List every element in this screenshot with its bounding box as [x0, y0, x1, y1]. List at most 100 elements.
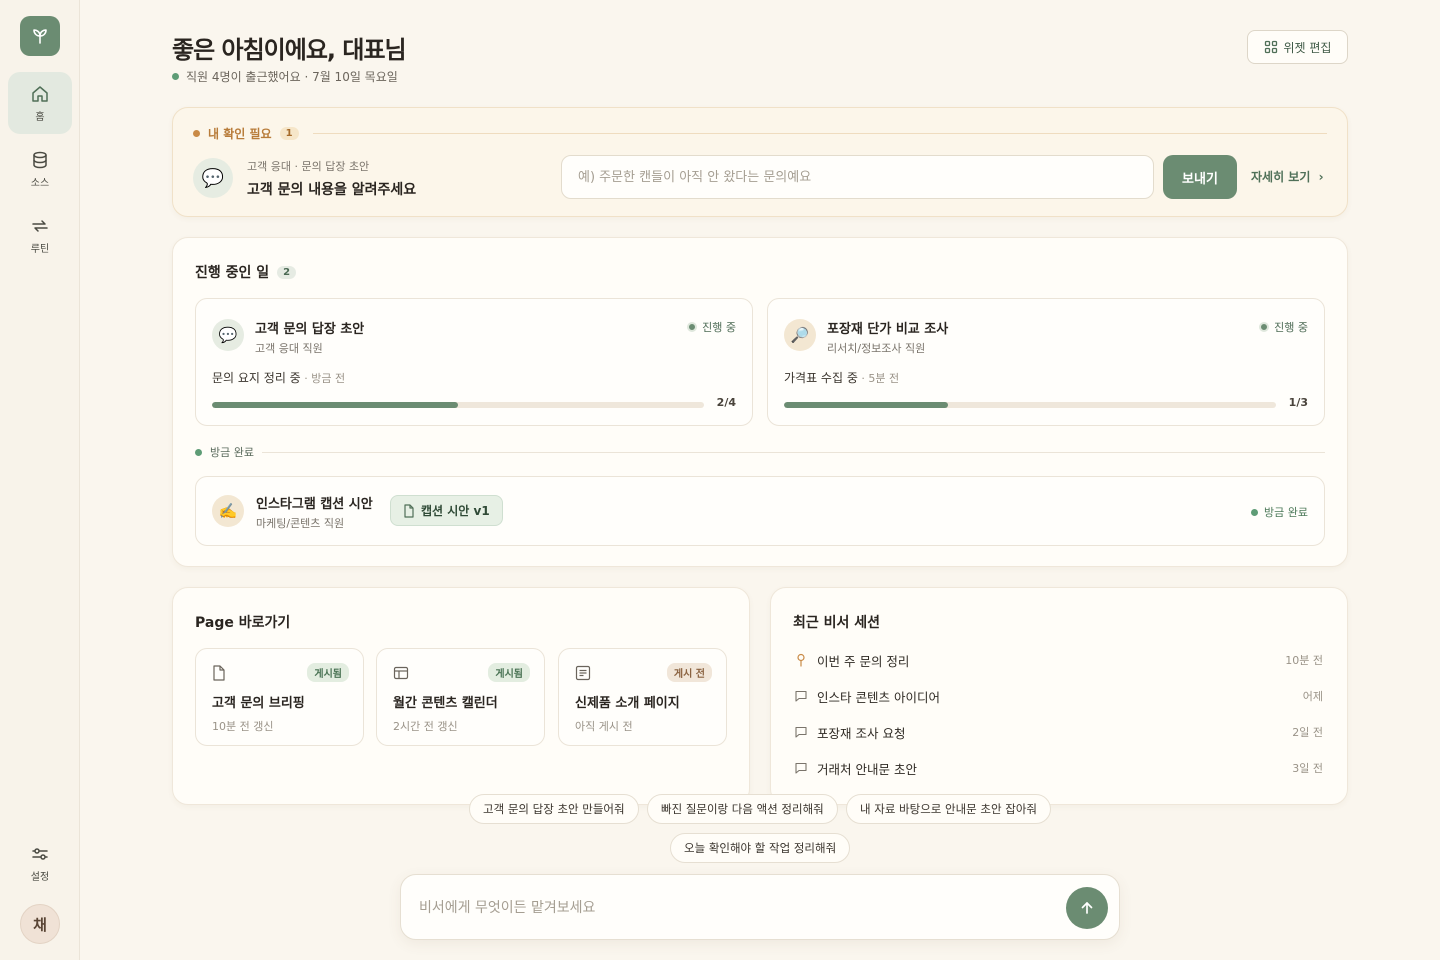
suggestion-chip[interactable]: 빠진 질문이랑 다음 액션 정리해줘	[647, 794, 838, 824]
task-card-customer-reply[interactable]: 💬 고객 문의 답장 초안 고객 응대 직원 진행 중 문의 요지 정리 중 ·…	[195, 298, 753, 426]
page-card-title: 신제품 소개 페이지	[575, 696, 680, 711]
session-item[interactable]: 이번 주 문의 정리 10분 전	[795, 650, 1323, 670]
sidebar-item-label: 홈	[35, 111, 45, 123]
needs-review-count: 1	[279, 127, 299, 140]
status-text: 진행 중	[1274, 321, 1308, 334]
section-title: Page 바로가기	[195, 615, 291, 631]
status-badge: 게시됨	[488, 663, 530, 682]
page-card-meta: 2시간 전 갱신	[393, 720, 458, 733]
suggestion-chip[interactable]: 내 자료 바탕으로 안내문 초안 잡아줘	[846, 794, 1051, 824]
status-text: 진행 중	[702, 321, 736, 334]
submit-button[interactable]	[1066, 887, 1108, 929]
app-logo[interactable]	[20, 16, 60, 56]
chat-icon	[795, 690, 807, 702]
detail-link[interactable]: 자세히 보기 ›	[1251, 168, 1324, 185]
home-icon	[32, 85, 48, 102]
document-icon	[213, 665, 225, 681]
session-item[interactable]: 포장재 조사 요청 2일 전	[795, 722, 1323, 742]
magnifier-icon: 🔎	[784, 319, 816, 351]
done-dot-icon	[195, 448, 202, 456]
section-title: 최근 비서 세션	[793, 615, 881, 631]
speech-bubble-icon: 💬	[193, 158, 233, 198]
page-subtitle: 직원 4명이 출근했어요 · 7월 10일 목요일	[172, 68, 398, 85]
sidebar-item-routines[interactable]: 루틴	[8, 204, 72, 266]
document-icon	[404, 503, 414, 518]
layout-icon	[393, 666, 409, 680]
page-card-meta: 아직 게시 전	[575, 720, 633, 733]
status-dot-icon	[1259, 322, 1270, 332]
status-badge: 진행 중	[1259, 319, 1308, 335]
status-badge: 진행 중	[687, 319, 736, 335]
subtitle-text: 직원 4명이 출근했어요 · 7월 10일 목요일	[186, 70, 398, 84]
status-text: 방금 완료	[1264, 506, 1308, 519]
avatar[interactable]: 채	[20, 904, 60, 944]
sidebar-item-home[interactable]: 홈	[8, 72, 72, 134]
sliders-icon	[32, 847, 48, 860]
widget-edit-button[interactable]: 위젯 편집	[1247, 30, 1348, 64]
session-item[interactable]: 거래처 안내문 초안 3일 전	[795, 758, 1323, 778]
suggestion-chip[interactable]: 고객 문의 답장 초안 만들어줘	[469, 794, 639, 824]
chat-icon	[795, 762, 807, 774]
done-card-instagram-caption[interactable]: ✍️ 인스타그램 캡션 시안 마케팅/콘텐츠 직원 캡션 시안 v1 방금 완료	[195, 476, 1325, 546]
needs-review-header: 내 확인 필요 1	[193, 125, 1327, 142]
speech-bubble-icon: 💬	[212, 319, 244, 351]
task-step-text: 문의 요지 정리 중	[212, 371, 301, 385]
page-shortcuts-panel: Page 바로가기 게시됨 고객 문의 브리핑 10분 전 갱신 게시됨 월간 …	[172, 587, 750, 805]
sidebar-item-settings[interactable]: 설정	[8, 832, 72, 894]
done-dot-icon	[1251, 508, 1259, 516]
text-document-icon	[575, 665, 591, 681]
progress-fill	[784, 402, 948, 408]
sprout-icon	[33, 29, 47, 44]
arrow-up-icon	[1081, 902, 1093, 914]
task-role: 고객 응대 직원	[255, 342, 323, 355]
session-item[interactable]: 인스타 콘텐츠 아이디어 어제	[795, 686, 1323, 706]
sidebar-item-label: 설정	[30, 871, 50, 883]
online-dot-icon	[172, 73, 179, 80]
task-step-text: 가격표 수집 중	[784, 371, 858, 385]
warning-dot-icon	[193, 130, 200, 137]
session-time: 3일 전	[1292, 762, 1323, 775]
needs-review-input[interactable]	[561, 155, 1154, 199]
task-step-time: · 방금 전	[300, 372, 346, 385]
in-progress-count: 2	[277, 265, 297, 279]
recent-done-label: 방금 완료	[210, 446, 254, 459]
document-chip[interactable]: 캡션 시안 v1	[390, 495, 503, 526]
page-card-title: 고객 문의 브리핑	[212, 696, 305, 711]
progress-bar	[212, 402, 704, 408]
send-button[interactable]: 보내기	[1163, 155, 1237, 199]
session-time: 10분 전	[1285, 654, 1323, 667]
recent-sessions-panel: 최근 비서 세션 이번 주 문의 정리 10분 전 인스타 콘텐츠 아이디어 어…	[770, 587, 1348, 805]
section-title: 진행 중인 일	[195, 265, 270, 281]
needs-review-item-sub: 고객 응대 · 문의 답장 초안	[247, 160, 370, 173]
sidebar-item-sources[interactable]: 소스	[8, 138, 72, 200]
sidebar-item-label: 루틴	[30, 243, 50, 255]
session-time: 2일 전	[1292, 726, 1323, 739]
page-card[interactable]: 게시됨 고객 문의 브리핑 10분 전 갱신	[195, 648, 364, 746]
recent-done-header: 방금 완료	[195, 444, 1325, 460]
in-progress-panel: 진행 중인 일 2 💬 고객 문의 답장 초안 고객 응대 직원 진행 중 문의…	[172, 237, 1348, 567]
suggestion-chip[interactable]: 오늘 확인해야 할 작업 정리해줘	[670, 833, 851, 863]
pin-icon	[797, 653, 805, 667]
page-card[interactable]: 게시됨 월간 콘텐츠 캘린더 2시간 전 갱신	[376, 648, 545, 746]
document-chip-label: 캡션 시안 v1	[421, 504, 490, 518]
task-step-time: · 5분 전	[857, 372, 900, 385]
chevron-right-icon: ›	[1318, 170, 1324, 184]
page-card[interactable]: 게시 전 신제품 소개 페이지 아직 게시 전	[558, 648, 727, 746]
session-time: 어제	[1302, 690, 1323, 703]
composer-input[interactable]	[419, 895, 1049, 921]
status-badge: 게시 전	[666, 663, 712, 682]
writing-hand-icon: ✍️	[212, 495, 244, 527]
in-progress-header: 진행 중인 일 2	[195, 262, 297, 282]
task-step: 문의 요지 정리 중 · 방금 전	[212, 369, 345, 386]
status-dot-icon	[687, 322, 698, 332]
page-card-title: 월간 콘텐츠 캘린더	[393, 696, 498, 711]
progress-text: 1/3	[1288, 396, 1308, 409]
sidebar: 홈 소스 루틴 설정 채	[0, 0, 80, 960]
needs-review-item-title: 고객 문의 내용을 알려주세요	[247, 182, 417, 198]
task-step: 가격표 수집 중 · 5분 전	[784, 369, 899, 386]
needs-review-panel: 내 확인 필요 1 💬 고객 응대 · 문의 답장 초안 고객 문의 내용을 알…	[172, 107, 1348, 217]
task-card-packaging-research[interactable]: 🔎 포장재 단가 비교 조사 리서치/정보조사 직원 진행 중 가격표 수집 중…	[767, 298, 1325, 426]
done-title: 인스타그램 캡션 시안	[256, 497, 373, 512]
done-role: 마케팅/콘텐츠 직원	[256, 517, 345, 530]
progress-fill	[212, 402, 458, 408]
